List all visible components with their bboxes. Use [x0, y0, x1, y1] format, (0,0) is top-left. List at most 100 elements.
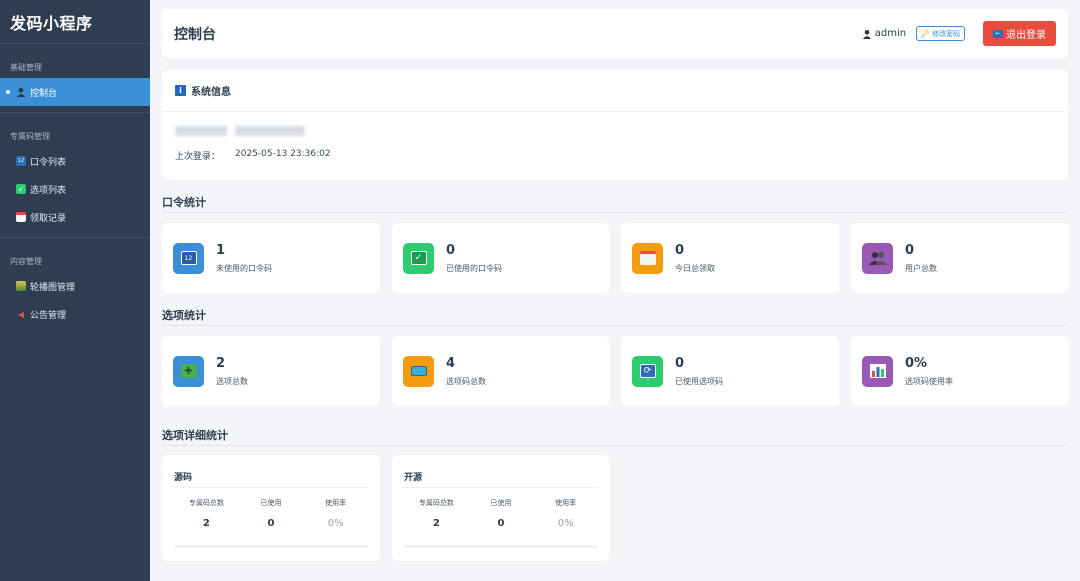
- usage-progress-bar: [174, 545, 368, 548]
- col-rate-header: 使用率: [325, 499, 347, 507]
- users-icon: [862, 242, 893, 274]
- detail-card-open-source: 开源 专属码总数 2 已使用 0 使用率 0%: [392, 455, 610, 561]
- rate-value: 0%: [327, 518, 344, 529]
- stat-card-option-codes: 4 选项码总数: [392, 336, 610, 406]
- stat-card-users: 0 用户总数: [851, 223, 1069, 293]
- stat-value: 2: [216, 355, 226, 371]
- col-used-header: 已使用: [490, 499, 512, 507]
- stat-card-usage-rate: 0% 选项码使用率: [851, 336, 1069, 406]
- used-value: 0: [497, 518, 505, 529]
- stat-label: 选项总数: [216, 376, 248, 386]
- megaphone-icon: ◀: [17, 309, 25, 319]
- stat-label: 选项码总数: [446, 376, 486, 386]
- sidebar-item-label: 选项列表: [30, 185, 67, 196]
- user-icon: [16, 87, 26, 97]
- stat-value: 0%: [905, 355, 928, 371]
- detail-card-source: 源码 专属码总数 2 已使用 0 使用率 0%: [162, 455, 380, 561]
- numbers-icon: 12: [173, 242, 204, 274]
- sidebar: 发码小程序 基础管理 控制台 专属码管理 12 口令列表 ✓ 选项列表 领取记录…: [0, 0, 150, 581]
- key-icon: 🔑︎: [921, 29, 930, 38]
- stat-label: 选项码使用率: [905, 376, 953, 386]
- system-info-card: i 系统信息 上次登录： 2025-05-13 23:36:02: [162, 70, 1068, 180]
- sidebar-item-dashboard[interactable]: 控制台: [0, 78, 150, 106]
- bar-chart-icon: [862, 355, 893, 387]
- logout-label: 退出登录: [1006, 30, 1046, 41]
- change-password-button[interactable]: 🔑︎ 修改密码: [916, 26, 965, 41]
- stat-value: 1: [216, 242, 226, 258]
- username: admin: [874, 28, 907, 39]
- sidebar-item-option-list[interactable]: ✓ 选项列表: [0, 175, 150, 203]
- stat-card-unused-codes: 12 1 未使用的口令码: [162, 223, 380, 293]
- used-value: 0: [267, 518, 275, 529]
- info-icon: i: [175, 85, 186, 96]
- sidebar-section-basic: 基础管理: [10, 63, 42, 72]
- sidebar-divider: [0, 237, 150, 238]
- sidebar-item-label: 控制台: [30, 88, 58, 99]
- last-login-value: 2025-05-13 23:36:02: [235, 149, 331, 159]
- user-icon: [862, 29, 872, 39]
- stat-value: 0: [905, 242, 915, 258]
- col-total-header: 专属码总数: [418, 499, 454, 507]
- active-dot-icon: [6, 90, 10, 94]
- sidebar-section-content: 内容管理: [10, 257, 42, 266]
- sidebar-section-codes: 专属码管理: [10, 132, 50, 141]
- rate-value: 0%: [557, 518, 574, 529]
- stat-card-used-codes: ✓ 0 已使用的口令码: [392, 223, 610, 293]
- checkbox-icon: ✓: [16, 184, 26, 194]
- section-divider: [162, 212, 1068, 213]
- detail-card-title: 源码: [174, 470, 368, 488]
- sidebar-item-label: 轮播图管理: [30, 282, 76, 293]
- col-rate-header: 使用率: [555, 499, 577, 507]
- stat-label: 未使用的口令码: [216, 263, 272, 273]
- sidebar-divider: [0, 112, 150, 113]
- col-total-header: 专属码总数: [188, 499, 224, 507]
- section-divider: [162, 325, 1068, 326]
- stat-label: 今日总领取: [675, 263, 715, 273]
- picture-icon: [16, 281, 26, 291]
- stat-label: 已使用的口令码: [446, 263, 502, 273]
- sidebar-item-code-list[interactable]: 12 口令列表: [0, 147, 150, 175]
- user-info: admin: [862, 28, 906, 39]
- last-login-row: 上次登录： 2025-05-13 23:36:02: [175, 149, 331, 162]
- redacted-info: [175, 126, 313, 136]
- last-login-label: 上次登录：: [175, 152, 221, 162]
- checkbox-icon: ✓: [403, 242, 434, 274]
- sidebar-item-label: 口令列表: [30, 157, 67, 168]
- stat-card-options: ✚ 2 选项总数: [162, 336, 380, 406]
- sidebar-item-claim-records[interactable]: 领取记录: [0, 203, 150, 231]
- stat-label: 用户总数: [905, 263, 937, 273]
- stat-value: 0: [675, 355, 685, 371]
- brand-title: 发码小程序: [10, 14, 93, 33]
- page-title: 控制台: [174, 26, 216, 43]
- puzzle-icon: ✚: [173, 355, 204, 387]
- code-stats-title: 口令统计: [162, 196, 206, 209]
- section-divider: [162, 445, 1068, 446]
- usage-progress-bar: [404, 545, 598, 548]
- arrow-left-icon: ←: [993, 29, 1003, 38]
- sidebar-item-notice[interactable]: ◀ 公告管理: [0, 300, 150, 328]
- calendar-icon: [632, 242, 663, 274]
- stat-card-today-claims: 0 今日总领取: [621, 223, 839, 293]
- stat-label: 已使用选项码: [675, 376, 723, 386]
- stat-value: 0: [675, 242, 685, 258]
- sidebar-divider: [0, 43, 150, 44]
- option-stats-title: 选项统计: [162, 309, 206, 322]
- header-bar: 控制台 admin 🔑︎ 修改密码 ← 退出登录: [162, 9, 1068, 58]
- sidebar-item-label: 公告管理: [30, 310, 67, 321]
- stat-value: 4: [446, 355, 456, 371]
- logout-button[interactable]: ← 退出登录: [983, 21, 1056, 46]
- sidebar-item-banner[interactable]: 轮播图管理: [0, 272, 150, 300]
- change-password-label: 修改密码: [932, 29, 960, 38]
- col-used-header: 已使用: [260, 499, 282, 507]
- sidebar-item-label: 领取记录: [30, 213, 67, 224]
- detail-stats-title: 选项详细统计: [162, 429, 228, 442]
- ticket-icon: [403, 355, 434, 387]
- total-value: 2: [202, 518, 210, 529]
- system-info-title: 系统信息: [191, 87, 231, 98]
- total-value: 2: [432, 518, 440, 529]
- refresh-icon: ⟳: [632, 355, 663, 387]
- system-info-header: i 系统信息: [162, 70, 1068, 112]
- calendar-icon: [16, 212, 26, 222]
- stat-value: 0: [446, 242, 456, 258]
- detail-card-title: 开源: [404, 470, 598, 488]
